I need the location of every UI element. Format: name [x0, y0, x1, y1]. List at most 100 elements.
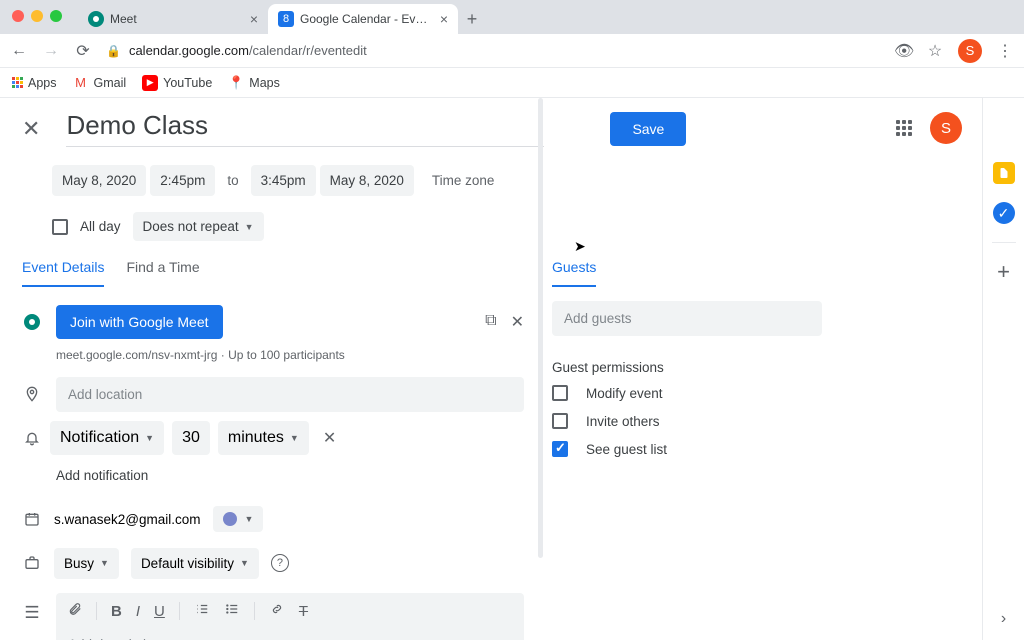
window-controls — [12, 10, 62, 22]
remove-notification-button[interactable]: ✕ — [323, 428, 336, 448]
add-notification-link[interactable]: Add notification — [56, 468, 524, 483]
bookmarks-bar: Apps M Gmail ▶ YouTube 📍 Maps — [0, 68, 1024, 98]
profile-avatar[interactable]: S — [958, 39, 982, 63]
browser-tab-meet[interactable]: Meet × — [78, 4, 268, 34]
chevron-down-icon: ▼ — [290, 433, 299, 443]
notification-type-dropdown[interactable]: Notification▼ — [50, 421, 164, 455]
timezone-link[interactable]: Time zone — [432, 173, 495, 188]
bell-icon — [22, 429, 42, 447]
clear-format-icon[interactable]: T — [299, 603, 308, 620]
youtube-icon: ▶ — [142, 75, 158, 91]
star-icon[interactable]: ☆ — [926, 41, 944, 61]
start-date-field[interactable]: May 8, 2020 — [52, 165, 146, 196]
briefcase-icon — [22, 555, 42, 571]
chevron-down-icon: ▼ — [240, 558, 249, 568]
allday-label: All day — [80, 219, 121, 234]
remove-meet-icon[interactable]: ✕ — [511, 312, 524, 332]
visibility-dropdown[interactable]: Default visibility▼ — [131, 548, 259, 579]
save-button[interactable]: Save — [610, 112, 686, 146]
to-label: to — [219, 173, 246, 188]
description-toolbar: B I U — [56, 593, 524, 629]
apps-icon — [12, 77, 23, 88]
url-domain: calendar.google.com — [129, 43, 249, 58]
start-time-field[interactable]: 2:45pm — [150, 165, 215, 196]
help-icon[interactable]: ? — [271, 554, 289, 572]
meet-participants-text: Up to 100 participants — [228, 348, 345, 362]
google-apps-icon[interactable] — [896, 120, 912, 136]
description-input[interactable] — [56, 629, 524, 640]
scrollbar[interactable] — [538, 98, 543, 558]
eye-icon[interactable]: 👁 — [894, 41, 912, 61]
kebab-menu-icon[interactable]: ⋮ — [996, 41, 1014, 61]
bookmark-maps[interactable]: 📍 Maps — [228, 75, 280, 91]
side-panel: ✓ + › — [982, 98, 1024, 640]
chevron-down-icon: ▼ — [100, 558, 109, 568]
checkbox-checked[interactable] — [552, 441, 568, 457]
checkbox[interactable] — [552, 413, 568, 429]
chevron-down-icon: ▼ — [145, 433, 154, 443]
recurrence-dropdown[interactable]: Does not repeat ▼ — [133, 212, 264, 241]
checkbox[interactable] — [552, 385, 568, 401]
permission-see-guest-list[interactable]: See guest list — [552, 441, 822, 457]
end-time-field[interactable]: 3:45pm — [251, 165, 316, 196]
window-maximize-button[interactable] — [50, 10, 62, 22]
end-date-field[interactable]: May 8, 2020 — [320, 165, 414, 196]
collapse-panel-button[interactable]: › — [993, 608, 1015, 630]
bookmark-youtube[interactable]: ▶ YouTube — [142, 75, 212, 91]
meet-icon — [88, 11, 104, 27]
attach-icon[interactable] — [68, 601, 82, 621]
italic-icon[interactable]: I — [136, 603, 140, 620]
bookmark-apps[interactable]: Apps — [12, 76, 57, 90]
bookmark-gmail[interactable]: M Gmail — [73, 75, 127, 91]
notification-unit-dropdown[interactable]: minutes▼ — [218, 421, 309, 455]
tab-guests[interactable]: Guests — [552, 259, 596, 287]
calendar-email-text: s.wanasek2@gmail.com — [54, 512, 201, 527]
tab-find-a-time[interactable]: Find a Time — [126, 259, 199, 287]
tab-title: Meet — [110, 12, 137, 26]
close-icon[interactable]: × — [440, 11, 448, 27]
calendar-icon — [22, 511, 42, 527]
add-guests-input[interactable] — [552, 301, 822, 336]
color-swatch — [223, 512, 237, 526]
location-input[interactable] — [56, 377, 524, 412]
url-field[interactable]: 🔒 calendar.google.com/calendar/r/evented… — [106, 43, 880, 58]
maps-icon: 📍 — [228, 75, 244, 91]
reload-button[interactable]: ⟳ — [74, 41, 92, 61]
ordered-list-icon[interactable] — [194, 602, 210, 620]
window-minimize-button[interactable] — [31, 10, 43, 22]
back-button[interactable]: ← — [10, 42, 28, 60]
add-addon-button[interactable]: + — [993, 261, 1015, 283]
tasks-icon[interactable]: ✓ — [993, 202, 1015, 224]
divider — [992, 242, 1016, 243]
window-close-button[interactable] — [12, 10, 24, 22]
join-google-meet-button[interactable]: Join with Google Meet — [56, 305, 223, 339]
tab-event-details[interactable]: Event Details — [22, 259, 104, 287]
copy-icon[interactable]: ⧉ — [485, 312, 496, 332]
calendar-color-dropdown[interactable]: ▼ — [213, 506, 264, 532]
close-icon[interactable]: × — [250, 11, 258, 27]
account-avatar[interactable]: S — [930, 112, 962, 144]
permission-modify-event[interactable]: Modify event — [552, 385, 822, 401]
keep-icon[interactable] — [993, 162, 1015, 184]
meet-icon — [22, 314, 42, 330]
browser-tab-strip: Meet × 8 Google Calendar - Event detail … — [0, 0, 1024, 34]
allday-checkbox[interactable] — [52, 219, 68, 235]
description-icon: ☰ — [22, 603, 42, 623]
availability-dropdown[interactable]: Busy▼ — [54, 548, 119, 579]
unordered-list-icon[interactable] — [224, 602, 240, 620]
event-title-input[interactable] — [66, 110, 401, 142]
new-tab-button[interactable]: + — [458, 4, 486, 34]
bold-icon[interactable]: B — [111, 603, 122, 620]
forward-button[interactable]: → — [42, 42, 60, 60]
close-editor-button[interactable]: ✕ — [22, 116, 40, 142]
notification-value-input[interactable]: 30 — [172, 421, 210, 455]
underline-icon[interactable]: U — [154, 603, 165, 620]
permissions-heading: Guest permissions — [552, 360, 822, 375]
gmail-icon: M — [73, 75, 89, 91]
tab-title: Google Calendar - Event detail — [300, 12, 430, 26]
calendar-icon: 8 — [278, 11, 294, 27]
browser-tab-calendar[interactable]: 8 Google Calendar - Event detail × — [268, 4, 458, 34]
link-icon[interactable] — [269, 602, 285, 620]
permission-invite-others[interactable]: Invite others — [552, 413, 822, 429]
location-icon — [22, 385, 42, 403]
